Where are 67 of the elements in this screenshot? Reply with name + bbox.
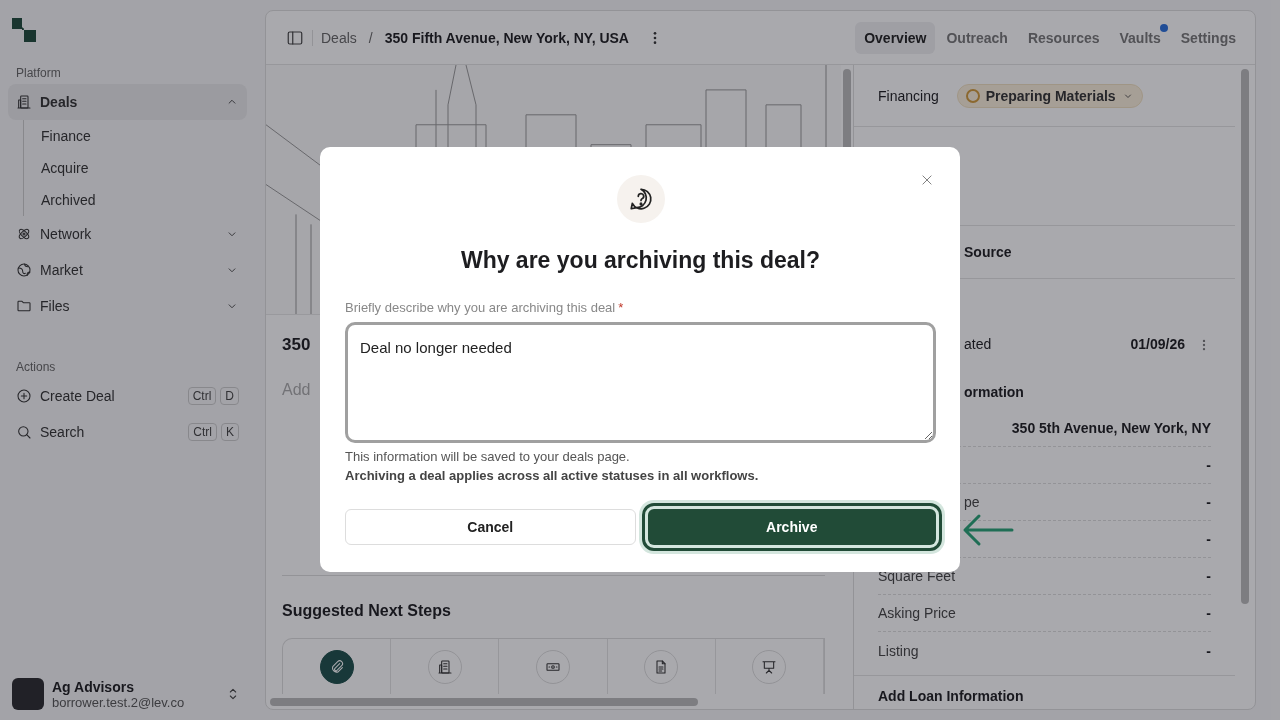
nav-item[interactable]: Files bbox=[8, 288, 247, 324]
date-value: 01/09/26 bbox=[1130, 336, 1185, 352]
step-button[interactable] bbox=[319, 649, 354, 684]
field-value: - bbox=[1206, 531, 1211, 547]
presentation-icon bbox=[761, 658, 778, 675]
sidebar-toggle-icon bbox=[286, 28, 304, 47]
breadcrumb-link[interactable]: Deals bbox=[321, 29, 357, 46]
field-label: Listing bbox=[878, 642, 919, 659]
folder-icon bbox=[16, 298, 32, 314]
section-heading: Source bbox=[964, 244, 1012, 260]
deal-title: 350 bbox=[282, 335, 311, 355]
atom-icon bbox=[16, 226, 32, 242]
building-icon bbox=[16, 94, 32, 110]
building-icon bbox=[436, 658, 453, 675]
field-value: - bbox=[1206, 568, 1211, 584]
breadcrumb-current: 350 Fifth Avenue, New York, NY, USA bbox=[384, 29, 629, 46]
shortcut-key: Ctrl bbox=[187, 387, 217, 405]
logo-icon bbox=[12, 18, 36, 42]
reason-field[interactable]: Deal no longer needed bbox=[345, 322, 936, 443]
tab[interactable]: Overview bbox=[855, 21, 936, 54]
cancel-button[interactable]: Cancel bbox=[345, 509, 636, 545]
status-dropdown[interactable]: Preparing Materials bbox=[956, 83, 1143, 108]
search-icon bbox=[16, 424, 32, 440]
globe-icon bbox=[16, 262, 32, 278]
field-value: - bbox=[1206, 642, 1211, 659]
field-value: - bbox=[1206, 457, 1211, 473]
tab[interactable]: Vaults bbox=[1110, 21, 1170, 54]
field-value: - bbox=[1206, 605, 1211, 621]
required-mark: * bbox=[618, 300, 624, 315]
tab[interactable]: Settings bbox=[1171, 21, 1245, 54]
section-heading: Platform bbox=[15, 65, 62, 82]
field-label: pe bbox=[964, 494, 980, 510]
section-heading: Actions bbox=[15, 359, 57, 376]
help-text: This information will be saved to your deals page. bbox=[345, 449, 631, 464]
note-text: Archiving a deal applies across all active statuses in all workflows. bbox=[345, 468, 760, 483]
section-heading: Add Loan Information bbox=[878, 688, 1024, 704]
dialog-title: Why are you archiving this deal? bbox=[459, 247, 822, 274]
tab[interactable]: Outreach bbox=[937, 21, 1017, 54]
nav-item[interactable]: Network bbox=[8, 216, 247, 252]
shortcut-key: D bbox=[220, 387, 239, 405]
nav-subitem[interactable]: Finance bbox=[41, 120, 247, 152]
nav-item[interactable]: Search Ctrl K bbox=[8, 414, 247, 450]
section-heading: ormation bbox=[964, 384, 1025, 400]
scrollbar[interactable] bbox=[1241, 69, 1249, 604]
section-heading: Suggested Next Steps bbox=[281, 601, 452, 621]
field-value: - bbox=[1206, 494, 1211, 510]
breadcrumb-separator: / bbox=[368, 29, 373, 46]
nav-item[interactable]: Deals bbox=[8, 84, 247, 120]
shortcut-key: K bbox=[221, 423, 239, 441]
close-icon bbox=[920, 173, 934, 187]
field-label: Asking Price bbox=[878, 605, 956, 621]
account-name: Ag Advisors bbox=[52, 678, 135, 695]
field-label: Financing bbox=[878, 87, 939, 104]
avatar bbox=[12, 678, 44, 710]
tab[interactable]: Resources bbox=[1018, 21, 1109, 54]
account-email: borrower.test.2@lev.co bbox=[52, 694, 186, 710]
nav-subitem[interactable]: Acquire bbox=[41, 152, 247, 184]
plus-circle-icon bbox=[16, 388, 32, 404]
field-label: ated bbox=[964, 336, 992, 352]
field-label: Briefly describe why you are archiving this deal * bbox=[345, 300, 625, 315]
shortcut-key: Ctrl bbox=[188, 423, 217, 441]
nav-subitem[interactable]: Archived bbox=[41, 184, 247, 216]
nav-item[interactable]: Create Deal Ctrl D bbox=[8, 378, 247, 414]
scrollbar[interactable] bbox=[270, 698, 698, 706]
field-value: 350 5th Avenue, New York, NY bbox=[1011, 420, 1211, 436]
arrow-icon bbox=[962, 513, 1014, 547]
nav-item[interactable]: Market bbox=[8, 252, 247, 288]
